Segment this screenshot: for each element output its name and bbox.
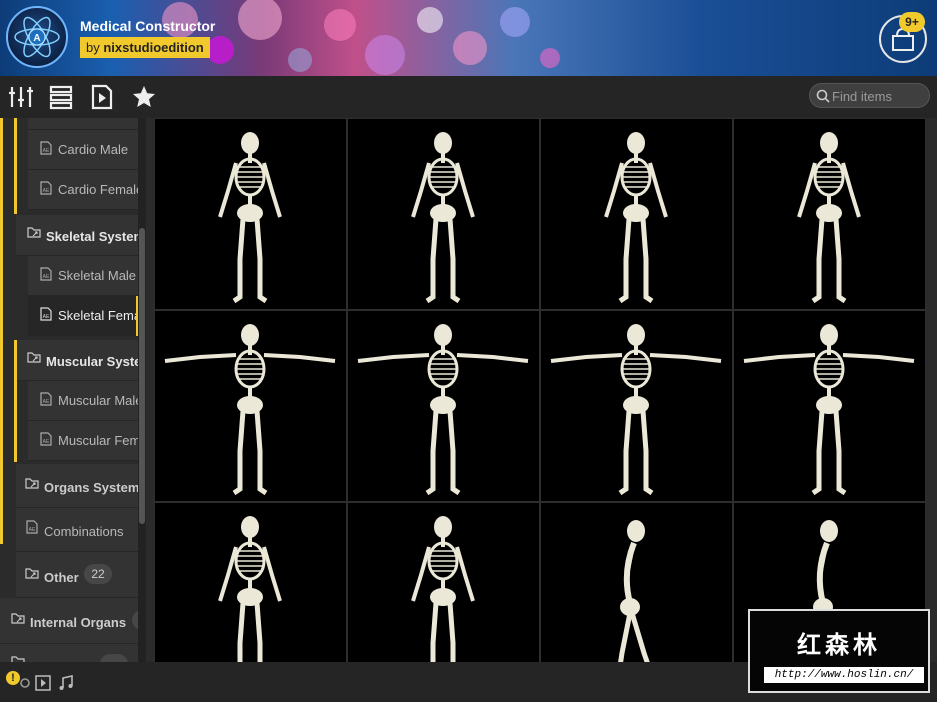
skeleton-preview-image xyxy=(218,516,282,662)
svg-text:AE: AE xyxy=(43,399,50,405)
sidebar-scrollbar-thumb[interactable] xyxy=(139,228,145,524)
author-name: nixstudioedition xyxy=(103,40,204,55)
music-note-icon[interactable] xyxy=(57,674,75,692)
svg-text:AE: AE xyxy=(43,314,50,320)
skeleton-preview-image xyxy=(411,132,475,304)
atom-icon: A xyxy=(14,16,60,58)
gear-icon[interactable] xyxy=(16,674,34,692)
app-header: A Medical Constructor by nixstudioeditio… xyxy=(0,0,937,76)
file-icon: AE xyxy=(40,307,52,321)
author-badge[interactable]: by nixstudioedition xyxy=(80,37,210,58)
watermark-url: http://www.hoslin.cn/ xyxy=(764,667,924,683)
sidebar-item-skeletal-male[interactable]: AE Skeletal Male xyxy=(28,256,138,296)
sidebar-item-label: Muscular Male xyxy=(58,393,138,408)
sidebar-item-label: Skeletal Male xyxy=(58,268,137,283)
folder-link-icon xyxy=(25,568,39,579)
sidebar-item-internal-organs[interactable]: Internal Organs xyxy=(0,598,138,644)
svg-text:AE: AE xyxy=(29,527,36,533)
sidebar-item-muscular-system[interactable]: Muscular System xyxy=(16,340,138,381)
sidebar-item-label: Cardio Male xyxy=(58,142,129,157)
video-file-icon[interactable] xyxy=(34,674,52,692)
cart-count-badge: 9+ xyxy=(899,12,925,32)
sidebar-item-label: Internal Organs xyxy=(30,615,127,630)
preview-thumbnail[interactable] xyxy=(734,119,925,309)
count-badge xyxy=(100,654,128,662)
sidebar-item-cardio-male[interactable]: AE Cardio Male xyxy=(28,130,138,170)
file-icon: AE xyxy=(40,432,52,446)
skeleton-preview-image xyxy=(618,520,650,662)
preview-thumbnail[interactable] xyxy=(541,119,732,309)
sidebar-item-partial[interactable] xyxy=(28,118,138,130)
skeleton-preview-image xyxy=(164,324,336,496)
sidebar-item-label: Skeletal System xyxy=(46,229,138,244)
svg-text:AE: AE xyxy=(43,274,50,280)
preview-thumbnail[interactable] xyxy=(348,503,539,662)
sidebar-item-muscular-female[interactable]: AE Muscular Female xyxy=(28,421,138,461)
play-file-icon[interactable] xyxy=(89,84,115,110)
preview-thumbnail[interactable] xyxy=(348,311,539,501)
folder-link-icon xyxy=(11,613,25,624)
app-title: Medical Constructor xyxy=(80,18,216,34)
folder-link-icon xyxy=(27,352,41,363)
preview-grid xyxy=(154,118,926,662)
sidebar-item-organs-system[interactable]: Organs System xyxy=(16,464,138,508)
skeleton-preview-image xyxy=(550,324,722,496)
search-box[interactable] xyxy=(809,83,930,108)
sidebar-item-other[interactable]: Other 22 xyxy=(16,552,138,598)
author-prefix: by xyxy=(86,40,100,55)
preview-thumbnail[interactable] xyxy=(155,119,346,309)
sidebar-item-skeletal-system[interactable]: Skeletal System xyxy=(16,215,138,256)
preview-thumbnail[interactable] xyxy=(541,503,732,662)
preview-thumbnail[interactable] xyxy=(348,119,539,309)
search-icon xyxy=(816,89,830,103)
watermark-title: 红森林 xyxy=(797,632,881,659)
file-icon: AE xyxy=(40,267,52,281)
search-input[interactable] xyxy=(832,87,926,105)
skeleton-preview-image xyxy=(797,132,861,304)
sidebar-item-label: Combinations xyxy=(44,524,124,539)
sidebar-item-label: Other xyxy=(44,570,79,585)
app-logo: A xyxy=(6,6,68,68)
preview-thumbnail[interactable] xyxy=(734,311,925,501)
header-decoration xyxy=(162,0,560,75)
list-view-icon[interactable] xyxy=(48,84,74,110)
file-icon: AE xyxy=(26,520,38,534)
folder-link-icon xyxy=(11,656,25,662)
sidebar-item-label: Skeletal Female xyxy=(58,308,138,323)
svg-text:AE: AE xyxy=(43,148,50,154)
sidebar-item-combinations[interactable]: AE Combinations xyxy=(16,508,138,552)
folder-link-icon xyxy=(25,478,39,489)
skeleton-preview-image xyxy=(411,516,475,662)
preview-thumbnail[interactable] xyxy=(155,503,346,662)
svg-text:AE: AE xyxy=(43,188,50,194)
sidebar-item-partial[interactable] xyxy=(0,644,138,662)
count-badge: 22 xyxy=(84,564,112,584)
watermark: 红森林 http://www.hoslin.cn/ xyxy=(748,609,930,693)
sliders-icon[interactable] xyxy=(8,84,34,110)
preview-thumbnail[interactable] xyxy=(155,311,346,501)
svg-text:AE: AE xyxy=(43,439,50,445)
skeleton-preview-image xyxy=(357,324,529,496)
tree-indicator xyxy=(0,118,3,544)
file-icon: AE xyxy=(40,181,52,195)
sidebar-item-label: Organs System xyxy=(44,480,138,495)
sidebar-item-label: Muscular Female xyxy=(58,433,138,448)
sidebar-item-label: Muscular System xyxy=(46,354,138,369)
skeleton-preview-image xyxy=(743,324,915,496)
sidebar-item-skeletal-female[interactable]: AE Skeletal Female xyxy=(28,296,138,336)
folder-link-icon xyxy=(27,227,41,238)
skeleton-preview-image xyxy=(604,132,668,304)
sidebar-item-label: Cardio Female xyxy=(58,182,138,197)
svg-text:A: A xyxy=(33,33,40,44)
star-icon[interactable] xyxy=(131,84,157,110)
sidebar-item-muscular-male[interactable]: AE Muscular Male xyxy=(28,381,138,421)
preview-thumbnail[interactable] xyxy=(541,311,732,501)
tree-indicator xyxy=(14,340,17,462)
tree-indicator xyxy=(14,118,17,214)
category-sidebar: AE Cardio Male AE Cardio Female Skeletal… xyxy=(0,118,146,662)
skeleton-preview-image xyxy=(218,132,282,304)
sidebar-item-cardio-female[interactable]: AE Cardio Female xyxy=(28,170,138,210)
file-icon: AE xyxy=(40,141,52,155)
file-icon: AE xyxy=(40,392,52,406)
